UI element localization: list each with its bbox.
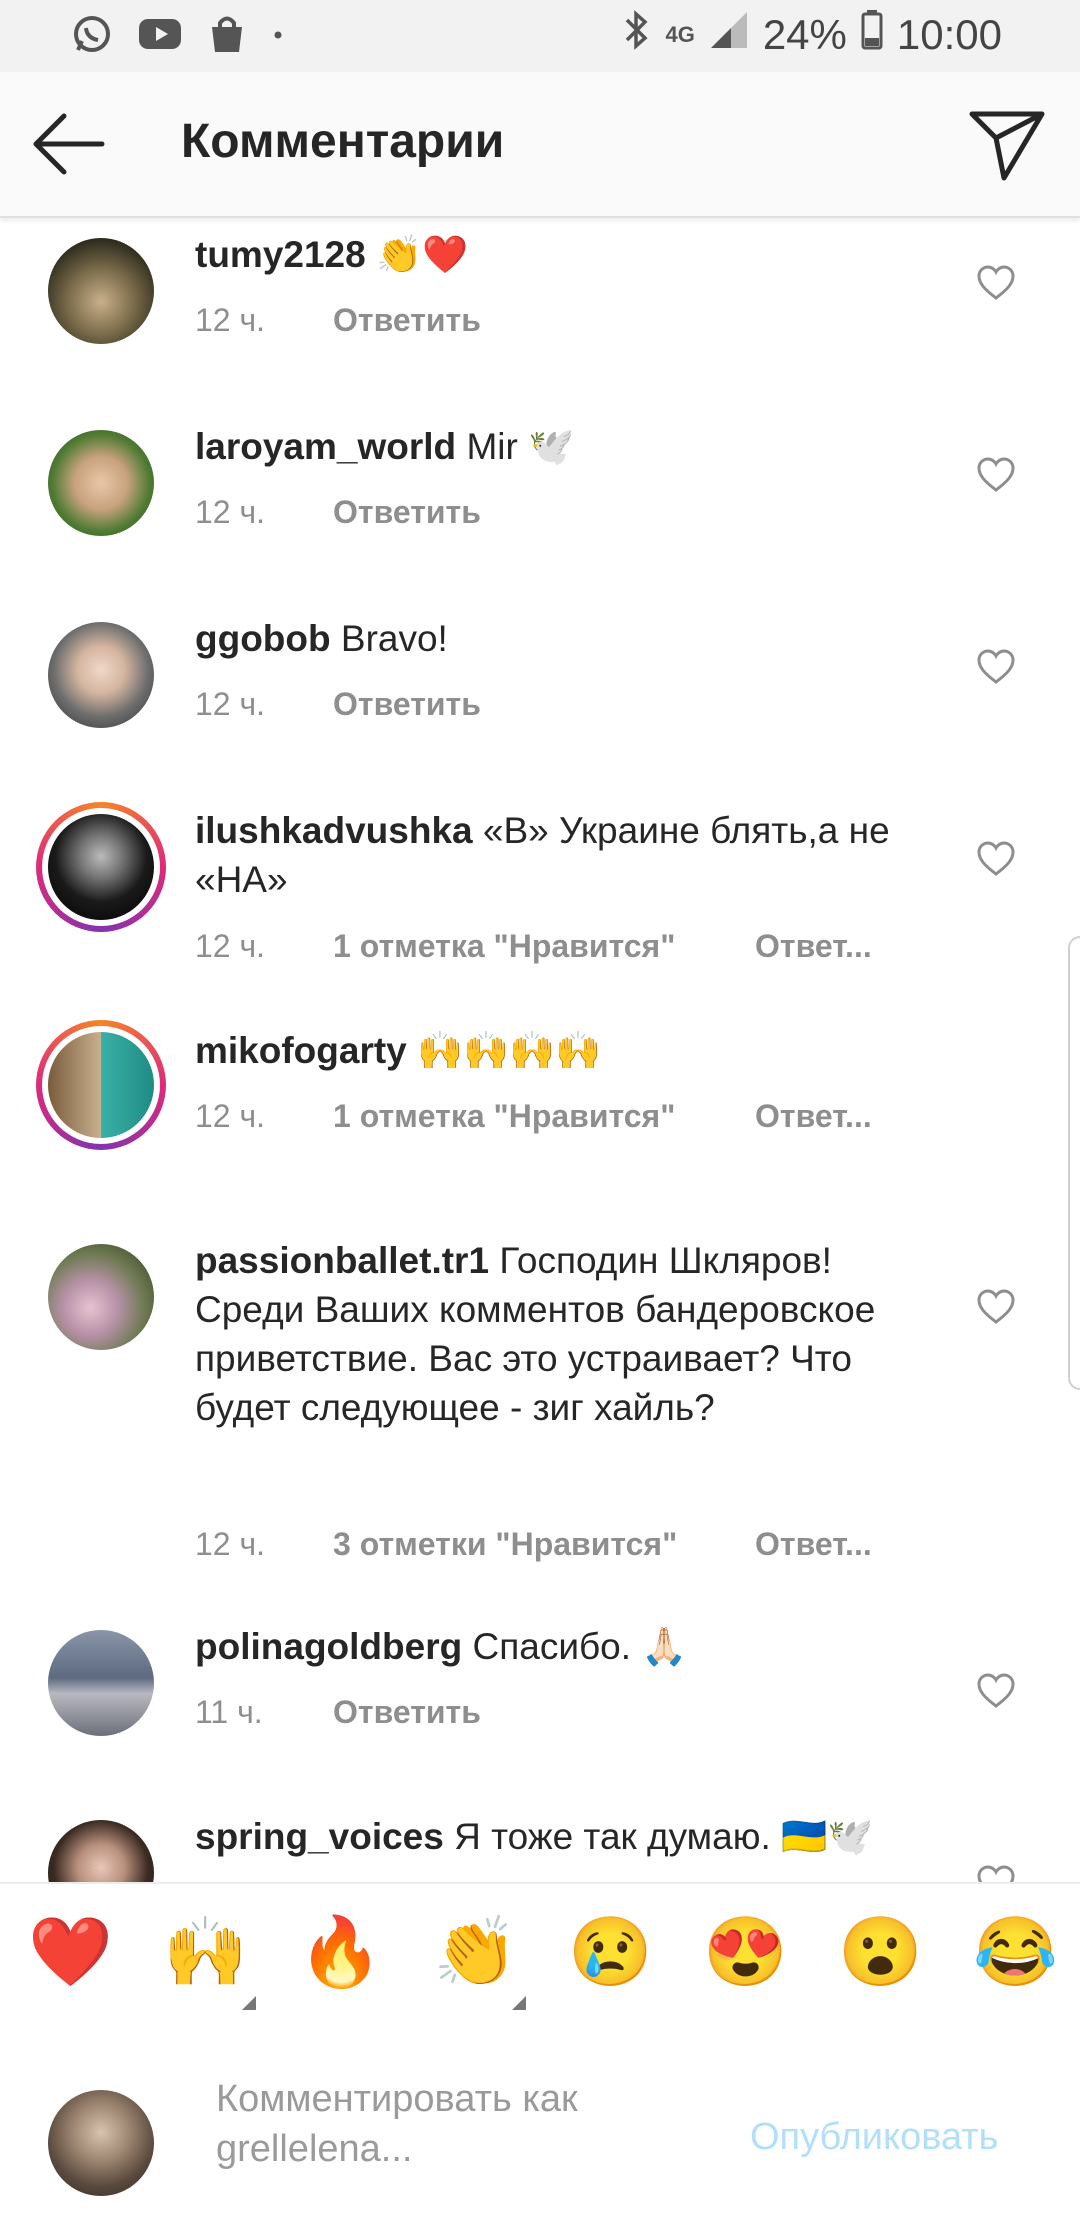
- status-bar: 4G 24% 10:00: [0, 0, 1080, 72]
- comment-composer: Комментировать как grellelena... Опублик…: [0, 2030, 1080, 2220]
- comment-username[interactable]: tumy2128: [195, 234, 366, 275]
- comment-time: 12 ч.: [195, 1098, 266, 1134]
- like-heart-icon[interactable]: [976, 264, 1016, 302]
- avatar[interactable]: [48, 1244, 154, 1350]
- whatsapp-icon: [72, 14, 112, 59]
- reply-button[interactable]: Ответ...: [755, 928, 872, 965]
- comment-username[interactable]: mikofogarty: [195, 1030, 407, 1071]
- comment-username[interactable]: passionballet.tr1: [195, 1240, 489, 1281]
- emoji-crying-button[interactable]: 😢: [568, 1912, 653, 1992]
- reply-button[interactable]: Ответить: [333, 1694, 481, 1731]
- emoji-heart-button[interactable]: ❤️: [28, 1912, 113, 1992]
- avatar-with-story-ring[interactable]: [36, 1020, 166, 1150]
- battery-icon: [861, 10, 883, 60]
- emoji-fire-button[interactable]: 🔥: [298, 1912, 383, 1992]
- bluetooth-icon: [623, 8, 651, 62]
- emoji-clap-button[interactable]: 👏: [433, 1912, 518, 1992]
- signal-icon: [709, 10, 749, 60]
- like-heart-icon[interactable]: [976, 1864, 1016, 1882]
- comment-likes-count[interactable]: 3 отметки "Нравится": [333, 1526, 755, 1563]
- comment-username[interactable]: spring_voices: [195, 1816, 444, 1857]
- comment-text: 👏❤️: [376, 234, 469, 275]
- comment-username[interactable]: polinagoldberg: [195, 1626, 462, 1667]
- comment-list[interactable]: tumy2128 👏❤️ 12 ч. Ответить laroyam_world…: [0, 216, 1080, 1882]
- avatar[interactable]: [48, 238, 154, 344]
- comment-username[interactable]: laroyam_world: [195, 426, 456, 467]
- direct-send-icon[interactable]: [968, 108, 1048, 182]
- comment-time: 12 ч.: [195, 1526, 266, 1562]
- notification-dot-icon: [272, 28, 284, 46]
- scroll-indicator[interactable]: [1068, 936, 1080, 1390]
- comment-text: Mir 🕊️: [466, 426, 575, 467]
- reply-button[interactable]: Ответить: [333, 686, 481, 723]
- comment-username[interactable]: ggobob: [195, 618, 331, 659]
- avatar[interactable]: [48, 430, 154, 536]
- comment-time: 12 ч.: [195, 928, 266, 964]
- emoji-surprised-button[interactable]: 😮: [838, 1912, 923, 1992]
- like-heart-icon[interactable]: [976, 840, 1016, 878]
- emoji-quick-bar: ❤️ 🙌 🔥 👏 😢 😍 😮 😂: [0, 1882, 1080, 2034]
- like-heart-icon[interactable]: [976, 1672, 1016, 1710]
- avatar[interactable]: [48, 622, 154, 728]
- avatar: [48, 2090, 154, 2196]
- comment-time: 12 ч.: [195, 494, 266, 530]
- back-arrow-icon[interactable]: [30, 110, 110, 180]
- youtube-icon: [138, 17, 182, 56]
- avatar-with-story-ring[interactable]: [36, 802, 166, 932]
- clock: 10:00: [896, 11, 1002, 58]
- skin-tone-hint-icon: [512, 1996, 526, 2010]
- like-heart-icon[interactable]: [976, 456, 1016, 494]
- network-type-label: 4G: [665, 22, 695, 47]
- reply-button[interactable]: Ответить: [333, 302, 481, 339]
- shopping-bag-icon: [208, 14, 246, 59]
- comment-text: 🙌🙌🙌🙌: [417, 1030, 602, 1071]
- comment-time: 12 ч.: [195, 686, 266, 722]
- skin-tone-hint-icon: [242, 1996, 256, 2010]
- comment-input[interactable]: Комментировать как grellelena...: [216, 2074, 716, 2174]
- like-heart-icon[interactable]: [976, 648, 1016, 686]
- comment-time: 12 ч.: [195, 302, 266, 338]
- comment-text: Я тоже так думаю. 🇺🇦🕊️: [454, 1816, 874, 1857]
- page-title: Комментарии: [181, 115, 505, 168]
- avatar[interactable]: [48, 1630, 154, 1736]
- avatar[interactable]: [48, 1820, 154, 1882]
- comment-text: Bravo!: [340, 618, 448, 659]
- emoji-heart-eyes-button[interactable]: 😍: [703, 1912, 788, 1992]
- like-heart-icon[interactable]: [976, 1288, 1016, 1326]
- comment-username[interactable]: ilushkadvushka: [195, 810, 473, 851]
- comment-likes-count[interactable]: 1 отметка "Нравится": [333, 1098, 755, 1135]
- reply-button[interactable]: Ответ...: [755, 1098, 872, 1135]
- comment-time: 11 ч.: [195, 1694, 263, 1730]
- comment-text: Спасибо. 🙏🏻: [472, 1626, 688, 1667]
- app-header: Комментарии: [0, 72, 1080, 218]
- reply-button[interactable]: Ответить: [333, 494, 481, 531]
- emoji-raised-hands-button[interactable]: 🙌: [163, 1912, 248, 1992]
- battery-percent: 24%: [762, 11, 847, 58]
- comment-likes-count[interactable]: 1 отметка "Нравится": [333, 928, 755, 965]
- post-button[interactable]: Опубликовать: [750, 2116, 998, 2159]
- reply-button[interactable]: Ответ...: [755, 1526, 872, 1563]
- emoji-tears-of-joy-button[interactable]: 😂: [973, 1912, 1058, 1992]
